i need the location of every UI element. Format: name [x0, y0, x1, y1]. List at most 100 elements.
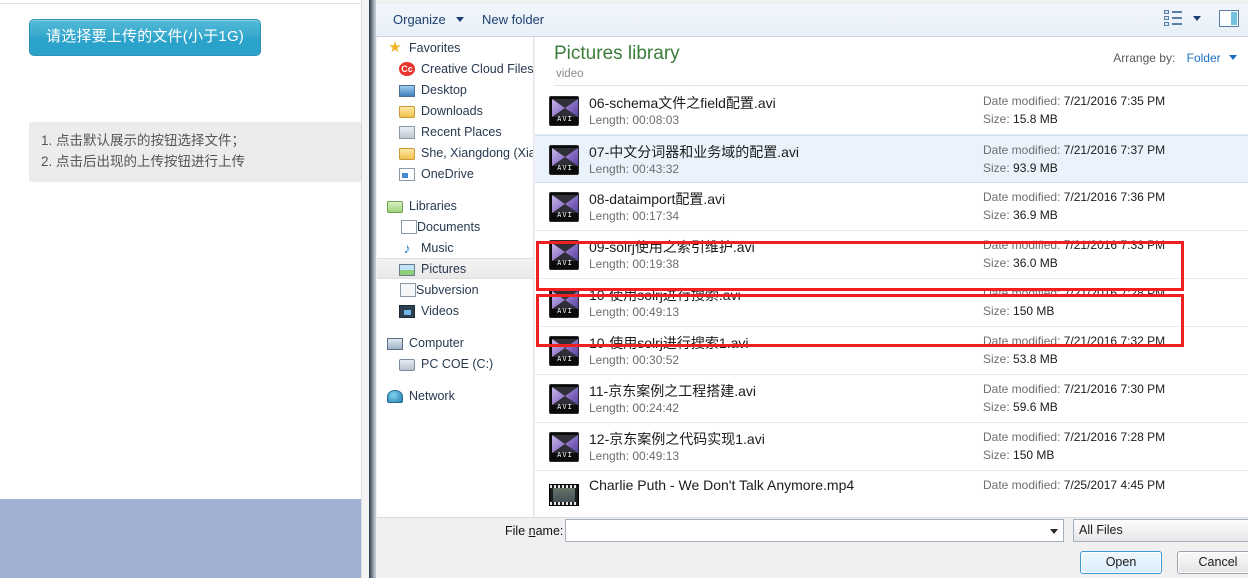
network-icon	[387, 390, 403, 403]
subversion-icon	[400, 283, 416, 297]
nav-item-pc-coe-c[interactable]: PC COE (C:)	[377, 353, 533, 374]
avi-file-icon: AVI	[549, 384, 579, 414]
creative-cloud-icon: Cc	[399, 62, 415, 76]
avi-file-icon: AVI	[549, 192, 579, 222]
file-name-input[interactable]	[566, 520, 1044, 541]
file-size-text: Size: 15.8 MB	[983, 112, 1058, 126]
file-date-text: Date modified: 7/21/2016 7:35 PM	[983, 94, 1166, 108]
new-folder-button[interactable]: New folder	[482, 12, 544, 27]
nav-label: Recent Places	[421, 124, 502, 139]
file-length-text: Length: 00:19:38	[589, 257, 680, 271]
file-type-filter-combobox[interactable]: All Files	[1073, 519, 1248, 542]
library-title: Pictures library	[554, 43, 680, 64]
chevron-down-icon	[456, 17, 465, 23]
videos-icon	[399, 305, 415, 318]
file-size-text: Size: 53.8 MB	[983, 352, 1058, 366]
toolbar-icon-group	[1164, 10, 1239, 27]
avi-file-icon: AVI	[549, 240, 579, 270]
nav-label: PC COE (C:)	[421, 356, 494, 371]
file-name-combobox[interactable]	[565, 519, 1064, 542]
file-name-text: 11-京东案例之工程搭建.avi	[589, 383, 756, 399]
file-row[interactable]: AVI 12-京东案例之代码实现1.avi Length: 00:49:13 Date…	[535, 423, 1248, 471]
cancel-button[interactable]: Cancel	[1177, 551, 1248, 574]
file-length-text: Length: 00:08:03	[589, 113, 680, 127]
avi-file-icon: AVI	[549, 96, 579, 126]
file-list-pane: Pictures library video Arrange by: Folde…	[535, 37, 1248, 517]
avi-file-icon: AVI	[549, 145, 579, 175]
nav-label: Videos	[421, 303, 459, 318]
file-date-text: Date modified: 7/21/2016 7:33 PM	[983, 238, 1166, 252]
file-date-text: Date modified: 7/21/2016 7:28 PM	[983, 430, 1166, 444]
file-name-text: 09-solrj使用之索引维护.avi	[589, 239, 755, 255]
arrange-by-value[interactable]: Folder	[1187, 51, 1221, 65]
file-row[interactable]: AVI 08-dataimport配置.avi Length: 00:17:34 Da…	[535, 183, 1248, 231]
file-row[interactable]: AVI 10-使用solrj进行搜索.avi Length: 00:49:13 Dat…	[535, 279, 1248, 327]
file-name-text: 08-dataimport配置.avi	[589, 191, 726, 207]
nav-item-onedrive[interactable]: OneDrive	[377, 163, 533, 184]
file-length-text: Length: 00:43:32	[589, 162, 680, 176]
file-row[interactable]: AVI 06-schema文件之field配置.avi Length: 00:08:…	[535, 87, 1248, 135]
organize-menu-button[interactable]: Organize	[393, 12, 465, 27]
select-file-upload-button[interactable]: 请选择要上传的文件(小于1G)	[29, 19, 262, 56]
nav-label: Subversion	[416, 282, 479, 297]
nav-group-libraries[interactable]: Libraries	[377, 195, 533, 216]
file-name-text: Charlie Puth - We Don't Talk Anymore.mp4	[589, 477, 855, 493]
file-name-text: 07-中文分词器和业务域的配置.avi	[589, 144, 800, 160]
view-chevron-down-icon[interactable]	[1193, 16, 1201, 21]
nav-item-downloads[interactable]: Downloads	[377, 100, 533, 121]
page-scrollbar-track[interactable]	[361, 0, 369, 578]
nav-group-computer[interactable]: Computer	[377, 332, 533, 353]
screenshot-root: 请选择要上传的文件(小于1G) 1. 点击默认展示的按钮选择文件； 2. 点击后…	[0, 0, 1248, 578]
file-date-text: Date modified: 7/21/2016 7:28 PM	[983, 286, 1166, 300]
file-row[interactable]: AVI 11-京东案例之工程搭建.avi Length: 00:24:42 Date …	[535, 375, 1248, 423]
libraries-icon	[387, 200, 403, 213]
file-row[interactable]: AVI 07-中文分词器和业务域的配置.avi Length: 00:43:32 Da…	[535, 135, 1248, 183]
dialog-bottom-bar: File name: All Files Open Cancel	[376, 517, 1248, 578]
file-size-text: Size: 150 MB	[983, 448, 1055, 462]
nav-label: Desktop	[421, 82, 467, 97]
file-name-text: 10-使用solrj进行搜索1.avi	[589, 335, 749, 351]
nav-item-pictures[interactable]: Pictures	[377, 258, 533, 279]
file-row[interactable]: Charlie Puth - We Don't Talk Anymore.mp4…	[535, 471, 1248, 517]
computer-icon	[387, 337, 403, 350]
change-view-icon[interactable]	[1164, 10, 1183, 27]
mp4-file-icon	[549, 484, 579, 506]
avi-file-icon: AVI	[549, 336, 579, 366]
library-subtitle: video	[556, 68, 584, 80]
nav-item-user-folder[interactable]: She, Xiangdong (Xia	[377, 142, 533, 163]
file-date-text: Date modified: 7/21/2016 7:37 PM	[983, 143, 1166, 157]
nav-item-recent-places[interactable]: Recent Places	[377, 121, 533, 142]
nav-group-network[interactable]: Network	[377, 385, 533, 406]
nav-item-creative-cloud-files[interactable]: Cc Creative Cloud Files	[377, 58, 533, 79]
nav-item-documents[interactable]: Documents	[377, 216, 533, 237]
file-row[interactable]: AVI 10-使用solrj进行搜索1.avi Length: 00:30:52 Da…	[535, 327, 1248, 375]
file-date-text: Date modified: 7/21/2016 7:36 PM	[983, 190, 1166, 204]
file-row[interactable]: AVI 09-solrj使用之索引维护.avi Length: 00:19:38 Da…	[535, 231, 1248, 279]
file-name-dropdown-arrow-icon[interactable]	[1045, 520, 1063, 541]
file-date-text: Date modified: 7/25/2017 4:45 PM	[983, 478, 1166, 492]
nav-label: Network	[409, 388, 455, 403]
file-length-text: Length: 00:17:34	[589, 209, 680, 223]
avi-file-icon: AVI	[549, 288, 579, 318]
file-size-text: Size: 36.0 MB	[983, 256, 1058, 270]
page-background-fill	[0, 499, 369, 578]
open-button[interactable]: Open	[1080, 551, 1162, 574]
file-list[interactable]: AVI 06-schema文件之field配置.avi Length: 00:08:…	[535, 87, 1248, 517]
nav-group-favorites[interactable]: ★ Favorites	[377, 37, 533, 58]
documents-icon	[401, 220, 417, 234]
arrange-by-control: Arrange by: Folder	[1113, 51, 1237, 65]
navigation-pane: ★ Favorites Cc Creative Cloud Files Desk…	[377, 37, 534, 517]
nav-item-desktop[interactable]: Desktop	[377, 79, 533, 100]
star-icon: ★	[388, 38, 402, 56]
avi-file-icon: AVI	[549, 432, 579, 462]
file-name-label-pre: File	[505, 524, 529, 538]
nav-label: Downloads	[421, 103, 483, 118]
chevron-down-icon[interactable]	[1229, 55, 1237, 61]
nav-item-subversion[interactable]: Subversion	[377, 279, 533, 300]
file-name-label: File name:	[505, 524, 563, 538]
nav-item-music[interactable]: ♪ Music	[377, 237, 533, 258]
preview-pane-icon[interactable]	[1219, 10, 1239, 27]
nav-item-videos[interactable]: Videos	[377, 300, 533, 321]
file-size-text: Size: 36.9 MB	[983, 208, 1058, 222]
